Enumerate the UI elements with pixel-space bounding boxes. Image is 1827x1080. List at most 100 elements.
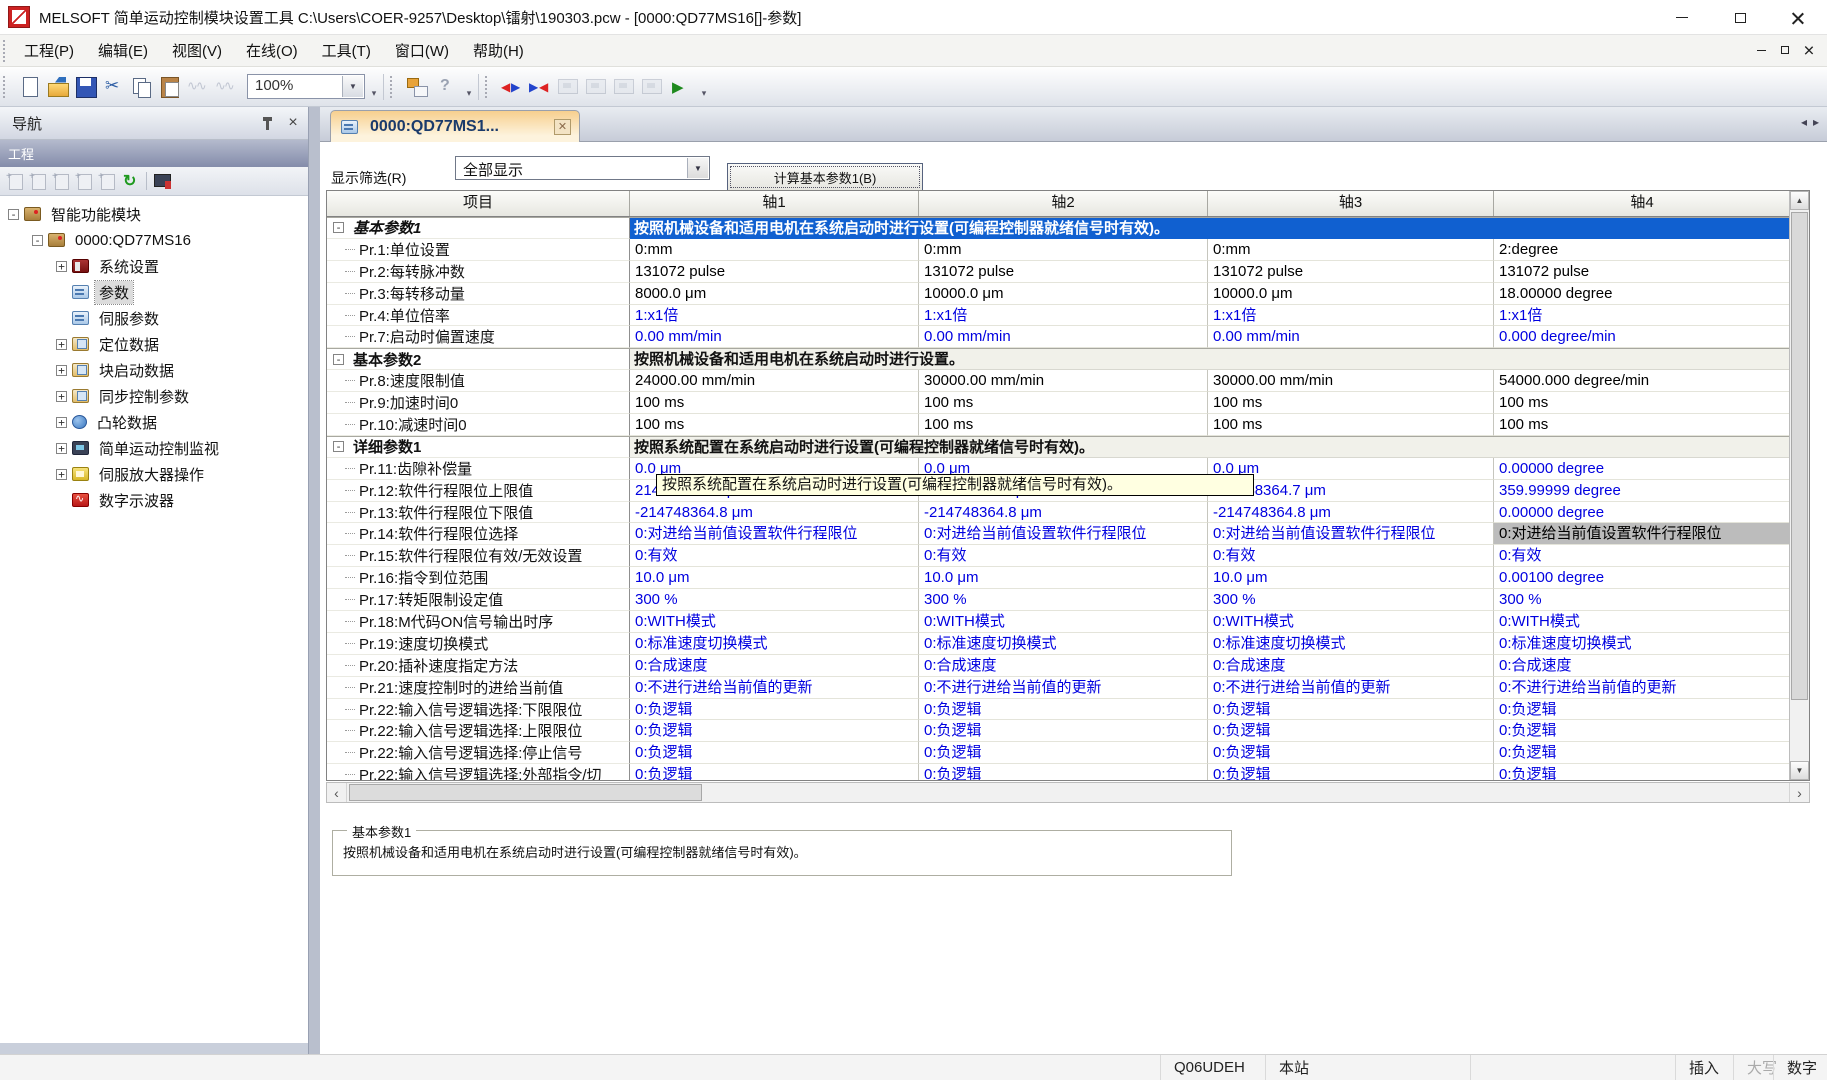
scroll-left-icon[interactable]: ‹ <box>327 783 347 802</box>
value-cell-axis2[interactable]: 0:负逻辑 <box>919 720 1208 742</box>
value-cell-axis1[interactable]: 100 ms <box>630 392 919 414</box>
value-cell-axis4[interactable]: 0:不进行进给当前值的更新 <box>1494 677 1791 699</box>
value-cell-axis4[interactable]: 0.000 degree/min <box>1494 326 1791 348</box>
group-description-cell[interactable]: 按照机械设备和适用电机在系统启动时进行设置(可编程控制器就绪信号时有效)。 <box>630 218 1809 239</box>
menu-item-tool[interactable]: 工具(T) <box>310 35 383 66</box>
value-cell-axis3[interactable]: 0:标准速度切换模式 <box>1208 633 1494 655</box>
value-cell-axis2[interactable]: -214748364.8 μm <box>919 502 1208 524</box>
monitor-3-icon[interactable] <box>611 74 637 100</box>
sidebar-item-positioning-data[interactable]: +定位数据 <box>0 331 308 357</box>
mdi-restore-button[interactable] <box>1773 39 1797 61</box>
column-header-axis3[interactable]: 轴3 <box>1208 191 1494 216</box>
group-description-cell[interactable]: 按照系统配置在系统启动时进行设置(可编程控制器就绪信号时有效)。 <box>630 437 1809 458</box>
item-cell-pr22-stop-signal[interactable]: Pr.22:输入信号逻辑选择:停止信号 <box>327 742 630 764</box>
value-cell-axis2[interactable]: 0:合成速度 <box>919 655 1208 677</box>
row-expander-icon[interactable]: - <box>333 222 344 233</box>
value-cell-axis3[interactable]: 0:负逻辑 <box>1208 720 1494 742</box>
value-cell-axis4[interactable]: 0:负逻辑 <box>1494 742 1791 764</box>
value-cell-axis2[interactable]: 0:负逻辑 <box>919 742 1208 764</box>
value-cell-axis3[interactable]: 10.0 μm <box>1208 567 1494 589</box>
value-cell-axis1[interactable]: 0:不进行进给当前值的更新 <box>630 677 919 699</box>
value-cell-axis2[interactable]: 10000.0 μm <box>919 283 1208 305</box>
value-cell-axis3[interactable]: 0:对进给当前值设置软件行程限位 <box>1208 523 1494 545</box>
wave-gray-1-icon[interactable] <box>185 74 211 100</box>
zoom-combobox[interactable]: 100% <box>247 74 365 99</box>
sidebar-item-cam-data[interactable]: +凸轮数据 <box>0 409 308 435</box>
column-header-axis2[interactable]: 轴2 <box>919 191 1208 216</box>
menu-item-window[interactable]: 窗口(W) <box>383 35 461 66</box>
item-cell-pr13[interactable]: Pr.13:软件行程限位下限值 <box>327 502 630 524</box>
value-cell-axis4[interactable]: 0:负逻辑 <box>1494 699 1791 721</box>
open-file-icon[interactable] <box>45 74 71 100</box>
menu-item-project[interactable]: 工程(P) <box>12 35 86 66</box>
sidebar-item-intelligent-function-module[interactable]: -智能功能模块 <box>0 201 308 227</box>
item-cell-pr7[interactable]: Pr.7:启动时偏置速度 <box>327 326 630 348</box>
tree-expander-icon[interactable]: - <box>8 209 19 220</box>
item-cell-basic-params-1[interactable]: -基本参数1 <box>327 218 630 239</box>
write-to-module-icon[interactable] <box>499 74 525 100</box>
display-filter-arrow-icon[interactable] <box>687 158 708 178</box>
new-file-icon[interactable] <box>17 74 43 100</box>
item-cell-pr11[interactable]: Pr.11:齿隙补偿量 <box>327 458 630 480</box>
value-cell-axis4[interactable]: 0.00000 degree <box>1494 502 1791 524</box>
menu-item-online[interactable]: 在线(O) <box>234 35 310 66</box>
value-cell-axis3[interactable]: 100 ms <box>1208 414 1494 436</box>
value-cell-axis3[interactable]: 0:负逻辑 <box>1208 764 1494 781</box>
tree-expander-icon[interactable]: + <box>56 417 67 428</box>
wave-gray-2-icon[interactable] <box>213 74 239 100</box>
group-description-cell[interactable]: 按照机械设备和适用电机在系统启动时进行设置。 <box>630 349 1809 370</box>
item-cell-pr8[interactable]: Pr.8:速度限制值 <box>327 370 630 392</box>
document-tab[interactable]: 0000:QD77MS1... ✕ <box>330 110 580 142</box>
read-from-module-icon[interactable] <box>527 74 553 100</box>
value-cell-axis4[interactable]: 0:WITH模式 <box>1494 611 1791 633</box>
mdi-minimize-button[interactable] <box>1749 39 1773 61</box>
value-cell-axis1[interactable]: 1:x1倍 <box>630 305 919 327</box>
value-cell-axis3[interactable]: 0:WITH模式 <box>1208 611 1494 633</box>
vertical-scrollbar-thumb[interactable] <box>1791 212 1808 700</box>
zoom-dropdown-arrow-icon[interactable] <box>342 76 363 97</box>
item-cell-pr22-upper-limit[interactable]: Pr.22:输入信号逻辑选择:上限限位 <box>327 720 630 742</box>
module-monitor-icon[interactable] <box>152 171 173 192</box>
value-cell-axis2[interactable]: 0:有效 <box>919 545 1208 567</box>
calc-basic-params-button[interactable]: 计算基本参数1(B) <box>727 163 923 191</box>
value-cell-axis4[interactable]: 0:有效 <box>1494 545 1791 567</box>
navigation-close-button[interactable] <box>282 113 304 133</box>
tree-expander-icon[interactable]: + <box>56 261 67 272</box>
value-cell-axis2[interactable]: 0:负逻辑 <box>919 764 1208 781</box>
value-cell-axis4[interactable]: 300 % <box>1494 589 1791 611</box>
tree-expander-icon[interactable]: + <box>56 469 67 480</box>
item-cell-pr2[interactable]: Pr.2:每转脉冲数 <box>327 261 630 283</box>
item-cell-pr3[interactable]: Pr.3:每转移动量 <box>327 283 630 305</box>
item-cell-pr1[interactable]: Pr.1:单位设置 <box>327 239 630 261</box>
cut-icon[interactable] <box>101 74 127 100</box>
item-cell-pr22-lower-limit[interactable]: Pr.22:输入信号逻辑选择:下限限位 <box>327 699 630 721</box>
start-green-icon[interactable] <box>667 74 693 100</box>
value-cell-axis4[interactable]: 100 ms <box>1494 392 1791 414</box>
value-cell-axis4[interactable]: 0.00000 degree <box>1494 458 1791 480</box>
value-cell-axis4[interactable]: 0:负逻辑 <box>1494 764 1791 781</box>
value-cell-axis4[interactable]: 0:合成速度 <box>1494 655 1791 677</box>
scroll-up-icon[interactable]: ▲ <box>1790 191 1809 210</box>
item-cell-pr18[interactable]: Pr.18:M代码ON信号输出时序 <box>327 611 630 633</box>
value-cell-axis2[interactable]: 0:对进给当前值设置软件行程限位 <box>919 523 1208 545</box>
save-icon[interactable] <box>73 74 99 100</box>
value-cell-axis1[interactable]: 0:负逻辑 <box>630 764 919 781</box>
row-expander-icon[interactable]: - <box>333 441 344 452</box>
value-cell-axis1[interactable]: 0:负逻辑 <box>630 699 919 721</box>
display-filter-dropdown[interactable]: 全部显示 <box>455 156 710 180</box>
list-item-gray-icon[interactable] <box>97 171 118 192</box>
value-cell-axis2[interactable]: 100 ms <box>919 392 1208 414</box>
monitor-1-icon[interactable] <box>555 74 581 100</box>
value-cell-axis4[interactable]: 2:degree <box>1494 239 1791 261</box>
value-cell-axis1[interactable]: -214748364.8 μm <box>630 502 919 524</box>
value-cell-axis2[interactable]: 0:不进行进给当前值的更新 <box>919 677 1208 699</box>
horizontal-scrollbar[interactable]: ‹ › <box>326 782 1810 803</box>
value-cell-axis1[interactable]: 0.00 mm/min <box>630 326 919 348</box>
tree-expander-icon[interactable]: + <box>56 339 67 350</box>
value-cell-axis3[interactable]: 30000.00 mm/min <box>1208 370 1494 392</box>
tab-close-button[interactable]: ✕ <box>554 119 571 135</box>
item-cell-pr9[interactable]: Pr.9:加速时间0 <box>327 392 630 414</box>
value-cell-axis4[interactable]: 0.00100 degree <box>1494 567 1791 589</box>
sidebar-item-block-start-data[interactable]: +块启动数据 <box>0 357 308 383</box>
value-cell-axis4[interactable]: 100 ms <box>1494 414 1791 436</box>
